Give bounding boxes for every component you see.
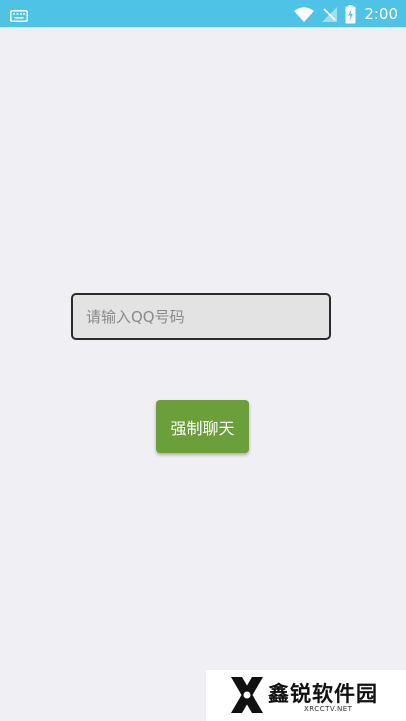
- no-signal-icon: [322, 6, 338, 22]
- watermark-title: 鑫锐软件园: [268, 682, 378, 706]
- force-chat-button[interactable]: 强制聊天: [156, 400, 249, 453]
- battery-charging-icon: [345, 4, 356, 24]
- x-logo-icon: [229, 675, 265, 719]
- watermark-subtitle: XRCCTV.NET: [304, 705, 353, 713]
- status-time: 2:00: [364, 5, 398, 23]
- watermark: 鑫锐软件园 XRCCTV.NET: [206, 670, 406, 721]
- status-bar: 2:00: [0, 0, 406, 27]
- status-icons: 2:00: [294, 3, 398, 25]
- qq-number-input[interactable]: [71, 293, 331, 340]
- keyboard-icon: [10, 7, 28, 26]
- wifi-icon: [294, 6, 315, 22]
